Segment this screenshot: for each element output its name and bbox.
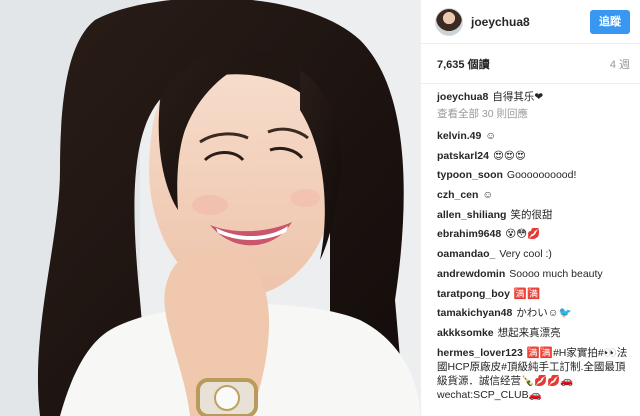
comment-text: 🈵🈵: [513, 287, 541, 300]
post-stats: 7,635 個讀 4 週: [421, 44, 640, 84]
comment-username[interactable]: akkksomke: [437, 327, 494, 339]
comment-username[interactable]: tamakichyan48: [437, 307, 512, 319]
comment-username[interactable]: typoon_soon: [437, 169, 503, 181]
comment-item: czh_cen ☺: [437, 188, 632, 202]
comment-username[interactable]: oamandao_: [437, 248, 495, 260]
comment-username[interactable]: czh_cen: [437, 189, 478, 201]
comment-item: kelvin.49 ☺: [437, 129, 632, 143]
caption-username[interactable]: joeychua8: [437, 91, 488, 103]
comment-item: akkksomke 想起来真漂亮: [437, 326, 632, 340]
caption: joeychua8 自得其乐❤: [437, 90, 632, 104]
follow-button[interactable]: 追蹤: [590, 9, 630, 34]
comment-item: tamakichyan48 かわい☺🐦: [437, 306, 632, 320]
comment-text: 笑的很甜: [510, 208, 553, 221]
comment-username[interactable]: taratpong_boy: [437, 288, 510, 300]
instagram-post-view: joeychua8 追蹤 7,635 個讀 4 週 joeychua8 自得其乐❤…: [0, 0, 640, 416]
comment-item: typoon_soon Goooooooood!: [437, 168, 632, 182]
caption-text: 自得其乐❤: [492, 91, 544, 103]
comment-text: Very cool :): [499, 248, 552, 261]
comment-username[interactable]: allen_shiliang: [437, 209, 506, 221]
comment-text: かわい☺🐦: [516, 307, 572, 320]
comment-text: 想起来真漂亮: [497, 326, 561, 339]
comment-text: 😵😳💋: [505, 228, 541, 241]
comment-text: Soooo much beauty: [509, 267, 603, 280]
comments-list: joeychua8 自得其乐❤ 查看全部 30 則回應 kelvin.49 ☺ pa…: [421, 84, 640, 402]
comment-item: ebrahim9648 😵😳💋: [437, 227, 632, 241]
post-time[interactable]: 4 週: [610, 56, 630, 72]
view-all-comments-link[interactable]: 查看全部 30 則回應: [437, 107, 632, 121]
comment-item: allen_shiliang 笑的很甜: [437, 208, 632, 222]
comment-text: ☺: [485, 130, 497, 142]
comment-username[interactable]: andrewdomin: [437, 268, 505, 280]
comment-item: patskarl24 😍😍😍: [437, 149, 632, 163]
comment-username[interactable]: patskarl24: [437, 150, 489, 162]
post-header: joeychua8 追蹤: [421, 0, 640, 44]
comment-item: taratpong_boy 🈵🈵: [437, 287, 632, 301]
view-count: 7,635 個讀: [437, 58, 490, 71]
comment-text: ☺: [482, 189, 494, 202]
comment-username[interactable]: kelvin.49: [437, 130, 481, 142]
post-photo[interactable]: [0, 0, 420, 416]
comment-text: Goooooooood!: [506, 169, 577, 182]
comment-item: oamandao_ Very cool :): [437, 247, 632, 261]
post-side-panel: joeychua8 追蹤 7,635 個讀 4 週 joeychua8 自得其乐❤…: [420, 0, 640, 416]
comment-text: 😍😍😍: [492, 149, 526, 162]
comment-username[interactable]: hermes_lover123: [437, 347, 523, 359]
selfie-image: [0, 0, 420, 416]
comment-username[interactable]: ebrahim9648: [437, 228, 501, 240]
post-username[interactable]: joeychua8: [471, 15, 590, 29]
comment-item: hermes_lover123 🈵🈵#H家實拍#👀法國HCP原廠皮#頂級純手工訂制…: [437, 346, 632, 402]
avatar[interactable]: [435, 7, 463, 36]
comment-item: andrewdomin Soooo much beauty: [437, 267, 632, 281]
